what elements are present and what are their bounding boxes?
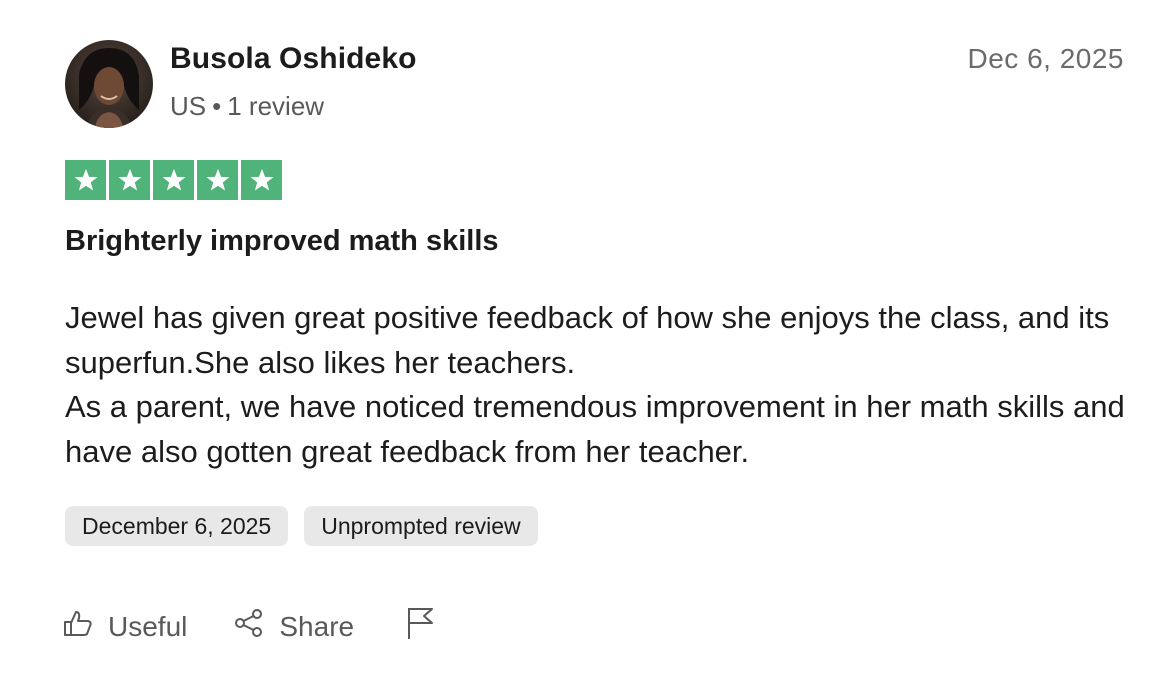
star-icon (241, 160, 282, 200)
review-body-paragraph: Jewel has given great positive feedback … (65, 300, 1110, 380)
share-icon (233, 607, 265, 646)
flag-icon (404, 605, 436, 648)
report-flag-button[interactable] (404, 605, 436, 648)
star-rating (65, 160, 282, 200)
review-body: Jewel has given great positive feedback … (65, 296, 1125, 474)
unprompted-review-tag[interactable]: Unprompted review (304, 506, 538, 546)
thumbs-up-icon (62, 607, 94, 646)
review-actions: Useful Share (62, 605, 436, 648)
star-icon (153, 160, 194, 200)
star-icon (197, 160, 238, 200)
share-label: Share (279, 610, 355, 642)
review-date: Dec 6, 2025 (967, 43, 1124, 74)
review-card: Busola Oshideko US • 1 review Dec 6, 2025 … (0, 0, 1152, 694)
reviewer-meta: US • 1 review (170, 91, 324, 122)
experience-date-tag: December 6, 2025 (65, 506, 289, 546)
star-icon (109, 160, 150, 200)
share-button[interactable]: Share (233, 607, 354, 646)
useful-label: Useful (108, 610, 188, 642)
avatar-image (65, 40, 153, 128)
meta-separator: • (212, 91, 222, 121)
star-icon (65, 160, 106, 200)
review-title[interactable]: Brighterly improved math skills (65, 225, 499, 258)
avatar[interactable] (65, 40, 153, 128)
review-body-paragraph: As a parent, we have noticed tremendous … (65, 389, 1125, 469)
review-tags: December 6, 2025 Unprompted review (65, 506, 538, 546)
reviewer-review-count: 1 review (227, 91, 325, 121)
reviewer-country: US (170, 91, 207, 121)
useful-button[interactable]: Useful (62, 607, 187, 646)
reviewer-name[interactable]: Busola Oshideko (170, 42, 417, 76)
